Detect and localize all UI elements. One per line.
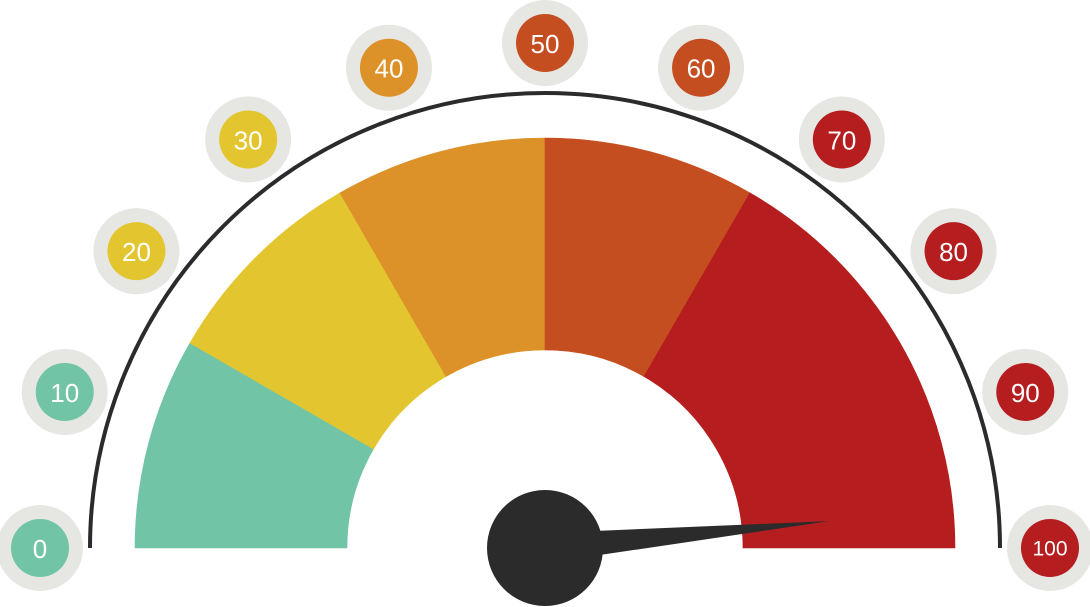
- gauge-segments: [134, 137, 956, 549]
- tick-label: 60: [687, 54, 716, 84]
- tick-label: 90: [1011, 378, 1040, 408]
- tick-badge-90: 90: [982, 348, 1069, 435]
- tick-badge-60: 60: [658, 24, 745, 111]
- tick-label: 100: [1032, 538, 1067, 561]
- tick-label: 70: [827, 125, 856, 155]
- tick-label: 30: [234, 125, 263, 155]
- tick-badge-50: 50: [502, 0, 588, 86]
- tick-badge-40: 40: [345, 24, 432, 111]
- tick-badge-30: 30: [205, 96, 292, 183]
- speedometer-gauge: 0 10 20 30 40 50 60 70 80 90 100: [0, 0, 1090, 606]
- tick-label: 80: [939, 237, 968, 267]
- tick-badge-70: 70: [798, 96, 885, 183]
- tick-badge-0: 0: [0, 505, 83, 591]
- tick-label: 10: [50, 378, 79, 408]
- tick-label: 40: [374, 54, 403, 84]
- tick-label: 0: [33, 534, 47, 564]
- needle-hub: [487, 490, 603, 606]
- tick-badge-80: 80: [910, 208, 997, 295]
- tick-badge-10: 10: [21, 348, 108, 435]
- tick-label: 50: [531, 29, 560, 59]
- tick-badge-20: 20: [93, 208, 180, 295]
- tick-badge-100: 100: [1007, 505, 1090, 591]
- tick-label: 20: [122, 237, 151, 267]
